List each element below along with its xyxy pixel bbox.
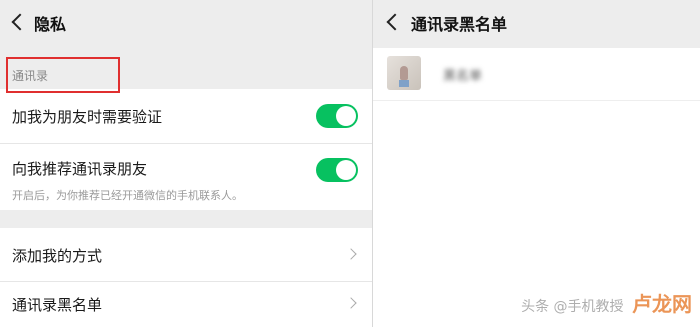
watermark: 头条 @手机教授 卢龙网 [521,288,692,317]
toggle-knob [336,106,356,126]
setting-label: 加我为朋友时需要验证 [12,108,163,126]
friend-verification-toggle[interactable] [316,104,358,128]
avatar-figure [400,66,408,80]
toggle-knob [336,160,356,180]
avatar [387,56,421,90]
setting-description: 开启后，为你推荐已经开通微信的手机联系人。 [12,189,243,202]
list-item[interactable]: 黑名单 [373,48,700,101]
page-title: 隐私 [34,15,67,34]
privacy-screen: 隐私 通讯录 加我为朋友时需要验证 向我推荐通讯录朋友 开启后，为你推荐已经开通… [0,0,372,327]
list-item-label: 通讯录黑名单 [12,296,103,314]
watermark-logo: 卢龙网 [632,292,692,316]
watermark-text: 头条 @手机教授 [521,299,624,315]
contacts-settings-group: 加我为朋友时需要验证 向我推荐通讯录朋友 开启后，为你推荐已经开通微信的手机联系… [0,89,372,210]
blacklist-nav-bar: 通讯录黑名单 [373,0,700,50]
blacklist-screen: 通讯录黑名单 黑名单 头条 @手机教授 卢龙网 [373,0,700,327]
avatar-base [399,80,409,87]
chevron-right-icon [345,297,357,309]
recommend-contacts-toggle[interactable] [316,158,358,182]
setting-friend-verification: 加我为朋友时需要验证 [0,89,372,144]
contact-name: 黑名单 [443,69,483,84]
list-item-label: 添加我的方式 [12,247,103,265]
privacy-links-group: 添加我的方式 通讯录黑名单 [0,228,372,327]
page-title: 通讯录黑名单 [411,15,508,34]
chevron-right-icon [345,248,357,260]
setting-label: 向我推荐通讯录朋友 [12,160,148,178]
blacklist-list: 黑名单 [373,48,700,327]
privacy-nav-bar: 隐私 [0,0,372,50]
highlight-box [6,57,120,93]
setting-recommend-contacts: 向我推荐通讯录朋友 开启后，为你推荐已经开通微信的手机联系人。 [0,144,372,210]
contacts-blacklist-item[interactable]: 通讯录黑名单 [0,282,372,327]
add-me-methods-item[interactable]: 添加我的方式 [0,228,372,282]
back-icon[interactable] [386,13,404,31]
back-icon[interactable] [11,13,29,31]
